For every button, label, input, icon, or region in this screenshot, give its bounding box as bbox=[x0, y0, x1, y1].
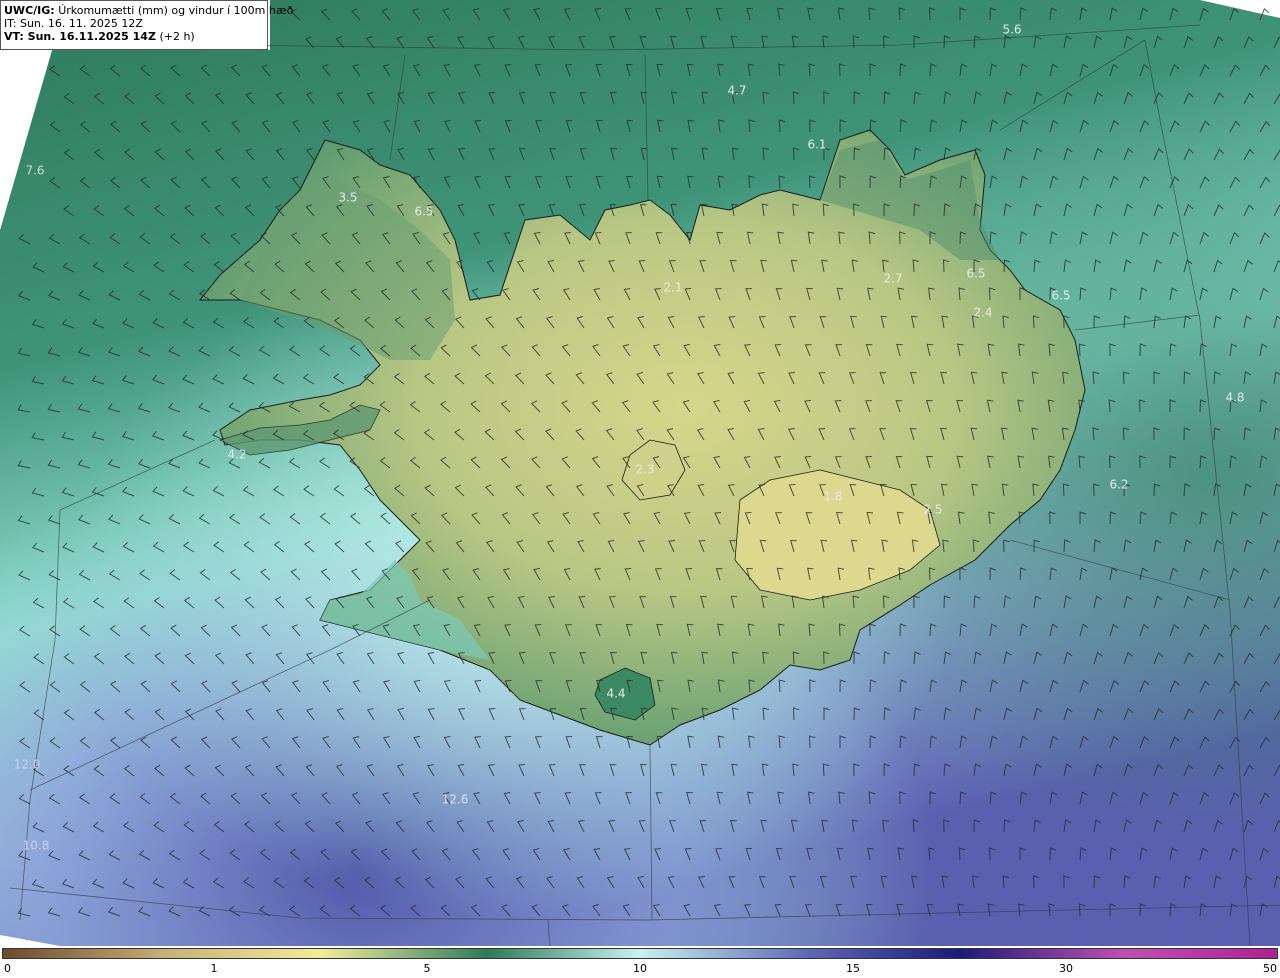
colorbar-legend: 0 1 5 10 15 30 50 bbox=[0, 946, 1280, 978]
map-value-label: 6.5 bbox=[966, 267, 985, 281]
map-value-label: 6.5 bbox=[1051, 289, 1070, 303]
map-viewer: 5.6 4.7 6.1 7.6 3.5 6.5 2.1 2.7 6.5 6.5 2.4 4.8 4.2 2… bbox=[0, 0, 1280, 978]
colorbar-tick-1: 1 bbox=[210, 962, 218, 975]
map-value-label: 10.8 bbox=[23, 839, 50, 853]
colorbar-gradient bbox=[2, 948, 1278, 959]
map-value-label: 4.2 bbox=[227, 448, 246, 462]
map-title: Úrkomumætti (mm) og vindur í 100m hæð bbox=[58, 4, 294, 17]
map-value-label: 2.5 bbox=[923, 503, 942, 517]
issue-time: IT: Sun. 16. 11. 2025 12Z bbox=[4, 17, 143, 30]
map-value-label: 7.6 bbox=[25, 164, 44, 178]
colorbar-tick-10: 10 bbox=[633, 962, 647, 975]
map-value-label: 4.4 bbox=[606, 687, 625, 701]
title-row: UWC/IG: Úrkomumætti (mm) og vindur í 100… bbox=[4, 4, 293, 17]
map-value-label: 1.8 bbox=[823, 490, 842, 504]
map-value-label: 5.6 bbox=[1002, 23, 1021, 37]
map-value-label: 12.0 bbox=[14, 758, 41, 772]
forecast-offset: (+2 h) bbox=[159, 30, 195, 43]
map-value-label: 2.3 bbox=[635, 463, 654, 477]
colorbar-tick-30: 30 bbox=[1059, 962, 1073, 975]
colorbar-tick-0: 0 bbox=[4, 962, 11, 975]
map-value-label: 2.1 bbox=[663, 281, 682, 295]
map-value-label: 6.1 bbox=[807, 138, 826, 152]
valid-time-row: VT: Sun. 16.11.2025 14Z (+2 h) bbox=[4, 30, 264, 43]
colorbar-tick-50: 50 bbox=[1263, 962, 1277, 975]
map-value-label: 12.6 bbox=[442, 793, 469, 807]
model-tag: UWC/IG: bbox=[4, 4, 55, 17]
colorbar-tick-15: 15 bbox=[846, 962, 860, 975]
map-value-label: 2.7 bbox=[883, 272, 902, 286]
map-value-label: 6.5 bbox=[414, 205, 433, 219]
map-info-box: UWC/IG: Úrkomumætti (mm) og vindur í 100… bbox=[0, 0, 293, 50]
colorbar-tick-5: 5 bbox=[423, 962, 431, 975]
map-value-label: 4.8 bbox=[1225, 391, 1244, 405]
map-value-label: 4.7 bbox=[727, 84, 746, 98]
valid-time: VT: Sun. 16.11.2025 14Z bbox=[4, 30, 156, 43]
map-value-label: 2.4 bbox=[973, 306, 992, 320]
map-value-label: 3.5 bbox=[338, 191, 357, 205]
precipitation-map: 5.6 4.7 6.1 7.6 3.5 6.5 2.1 2.7 6.5 6.5 2.4 4.8 4.2 2… bbox=[0, 0, 1280, 946]
map-value-label: 6.2 bbox=[1109, 478, 1128, 492]
